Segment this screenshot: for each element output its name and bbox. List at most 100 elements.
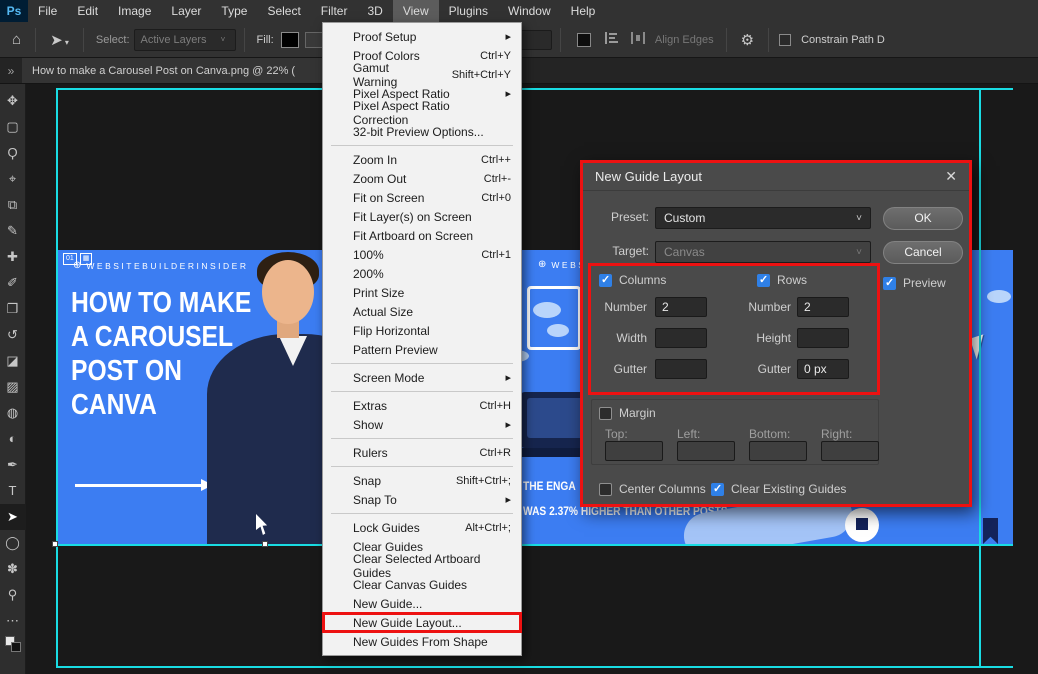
crop-tool-icon[interactable]: ⧉: [0, 192, 26, 218]
menu-item-help[interactable]: Help: [561, 0, 606, 22]
brush-tool-icon[interactable]: ✐: [0, 270, 26, 296]
view-menu-item-pixel-aspect-ratio-correction[interactable]: Pixel Aspect Ratio Correction: [323, 103, 521, 122]
menu-item-type[interactable]: Type: [211, 0, 257, 22]
zoom-tool-icon[interactable]: ⚲: [0, 582, 26, 608]
rows-number-field[interactable]: 2: [797, 297, 849, 317]
menu-bar: Ps FileEditImageLayerTypeSelectFilter3DV…: [0, 0, 1038, 22]
view-menu-item-new-guide[interactable]: New Guide...: [323, 594, 521, 613]
brand-text: WEBSITEBUILDERINSIDER: [86, 261, 248, 271]
menu-item-label: Screen Mode: [353, 371, 424, 385]
type-tool-icon[interactable]: T: [0, 478, 26, 504]
view-menu-item-fit-artboard-on-screen[interactable]: Fit Artboard on Screen: [323, 226, 521, 245]
pen-tool-icon[interactable]: ✒: [0, 452, 26, 478]
menu-item-select[interactable]: Select: [257, 0, 310, 22]
eraser-tool-icon[interactable]: ◪: [0, 348, 26, 374]
view-menu-item-gamut-warning[interactable]: Gamut WarningShift+Ctrl+Y: [323, 65, 521, 84]
center-columns-checkbox[interactable]: [599, 483, 612, 496]
columns-gutter-field[interactable]: [655, 359, 707, 379]
view-menu-item-rulers[interactable]: RulersCtrl+R: [323, 443, 521, 462]
margin-checkbox[interactable]: [599, 407, 612, 420]
view-menu-item-new-guides-from-shape[interactable]: New Guides From Shape: [323, 632, 521, 651]
columns-width-field[interactable]: [655, 328, 707, 348]
transform-handle[interactable]: [52, 541, 58, 547]
gift-icon: [856, 518, 868, 530]
menu-item-view[interactable]: View: [393, 0, 439, 22]
path-operations-icon[interactable]: [577, 33, 591, 47]
preset-label: Preset:: [591, 210, 649, 224]
view-menu-item-actual-size[interactable]: Actual Size: [323, 302, 521, 321]
healing-brush-tool-icon[interactable]: ✚: [0, 244, 26, 270]
move-tool-icon[interactable]: ✥: [0, 88, 26, 114]
align-icon[interactable]: [605, 31, 619, 48]
gradient-tool-icon[interactable]: ▨: [0, 374, 26, 400]
marquee-tool-icon[interactable]: ▢: [0, 114, 26, 140]
submenu-arrow-icon: ▸: [505, 371, 511, 384]
path-selection-tool-icon[interactable]: ➤: [0, 504, 26, 530]
view-menu-item-snap[interactable]: SnapShift+Ctrl+;: [323, 471, 521, 490]
menu-item-label: Extras: [353, 399, 387, 413]
close-icon[interactable]: ✕: [945, 168, 957, 185]
view-menu-item-100[interactable]: 100%Ctrl+1: [323, 245, 521, 264]
fill-swatch[interactable]: [281, 32, 299, 48]
rows-checkbox[interactable]: [757, 274, 770, 287]
rows-height-field[interactable]: [797, 328, 849, 348]
lasso-tool-icon[interactable]: Ϙ: [0, 140, 26, 166]
hand-tool-icon[interactable]: ✽: [0, 556, 26, 582]
preview-checkbox[interactable]: [883, 277, 896, 290]
document-tab[interactable]: How to make a Carousel Post on Canva.png…: [22, 58, 344, 83]
view-menu-item-proof-setup[interactable]: Proof Setup▸: [323, 27, 521, 46]
dodge-tool-icon[interactable]: ◐: [0, 426, 26, 452]
view-menu-item-lock-guides[interactable]: Lock GuidesAlt+Ctrl+;: [323, 518, 521, 537]
menu-separator: [331, 438, 513, 439]
view-menu-item-show[interactable]: Show▸: [323, 415, 521, 434]
home-icon[interactable]: ⌂: [12, 31, 21, 48]
select-mode-dropdown[interactable]: Active Layers˅: [134, 29, 236, 51]
menu-item-image[interactable]: Image: [108, 0, 161, 22]
blur-tool-icon[interactable]: ◍: [0, 400, 26, 426]
view-menu-item-clear-selected-artboard-guides[interactable]: Clear Selected Artboard Guides: [323, 556, 521, 575]
view-menu-item-fit-layer-s-on-screen[interactable]: Fit Layer(s) on Screen: [323, 207, 521, 226]
columns-number-field[interactable]: 2: [655, 297, 707, 317]
object-selection-tool-icon[interactable]: ⌖: [0, 166, 26, 192]
view-menu-item-fit-on-screen[interactable]: Fit on ScreenCtrl+0: [323, 188, 521, 207]
view-menu-item-snap-to[interactable]: Snap To▸: [323, 490, 521, 509]
view-menu-item-zoom-out[interactable]: Zoom OutCtrl+-: [323, 169, 521, 188]
menu-item-layer[interactable]: Layer: [161, 0, 211, 22]
columns-checkbox[interactable]: [599, 274, 612, 287]
menu-item-edit[interactable]: Edit: [67, 0, 108, 22]
foreground-background-swatches-icon[interactable]: [5, 636, 21, 652]
menu-item-filter[interactable]: Filter: [311, 0, 358, 22]
view-menu-item-extras[interactable]: ExtrasCtrl+H: [323, 396, 521, 415]
cancel-button[interactable]: Cancel: [883, 241, 963, 264]
toolbar-collapse-chevron-icon[interactable]: »: [0, 58, 22, 83]
view-menu-item-200[interactable]: 200%: [323, 264, 521, 283]
stroke-swatch[interactable]: [305, 32, 323, 48]
view-menu-item-print-size[interactable]: Print Size: [323, 283, 521, 302]
target-label: Target:: [591, 244, 649, 258]
transform-handle[interactable]: [262, 541, 268, 547]
history-brush-tool-icon[interactable]: ↺: [0, 322, 26, 348]
clear-existing-guides-checkbox[interactable]: [711, 483, 724, 496]
clone-stamp-tool-icon[interactable]: ❐: [0, 296, 26, 322]
view-menu-item-flip-horizontal[interactable]: Flip Horizontal: [323, 321, 521, 340]
constrain-path-checkbox[interactable]: [779, 34, 791, 46]
menu-item-3d[interactable]: 3D: [357, 0, 392, 22]
preset-dropdown[interactable]: Custom˅: [655, 207, 871, 229]
rows-height-label: Height: [739, 331, 791, 345]
menu-item-window[interactable]: Window: [498, 0, 561, 22]
menu-item-plugins[interactable]: Plugins: [439, 0, 498, 22]
menu-item-file[interactable]: File: [28, 0, 67, 22]
eyedropper-tool-icon[interactable]: ✎: [0, 218, 26, 244]
tool-preset-arrow-icon[interactable]: ➤ ▾: [50, 31, 69, 49]
stat-text-line1: THE ENGA: [523, 479, 576, 493]
view-menu-item-zoom-in[interactable]: Zoom InCtrl++: [323, 150, 521, 169]
view-menu-item-screen-mode[interactable]: Screen Mode ▸: [323, 368, 521, 387]
ok-button[interactable]: OK: [883, 207, 963, 230]
shape-tool-icon[interactable]: ◯: [0, 530, 26, 556]
distribute-icon[interactable]: [631, 31, 645, 48]
view-menu-item-new-guide-layout[interactable]: New Guide Layout...: [323, 613, 521, 632]
rows-gutter-field[interactable]: 0 px: [797, 359, 849, 379]
gear-icon[interactable]: ⚙: [741, 31, 754, 49]
view-menu-item-pattern-preview[interactable]: Pattern Preview: [323, 340, 521, 359]
more-tools-icon[interactable]: ⋯: [0, 608, 26, 634]
